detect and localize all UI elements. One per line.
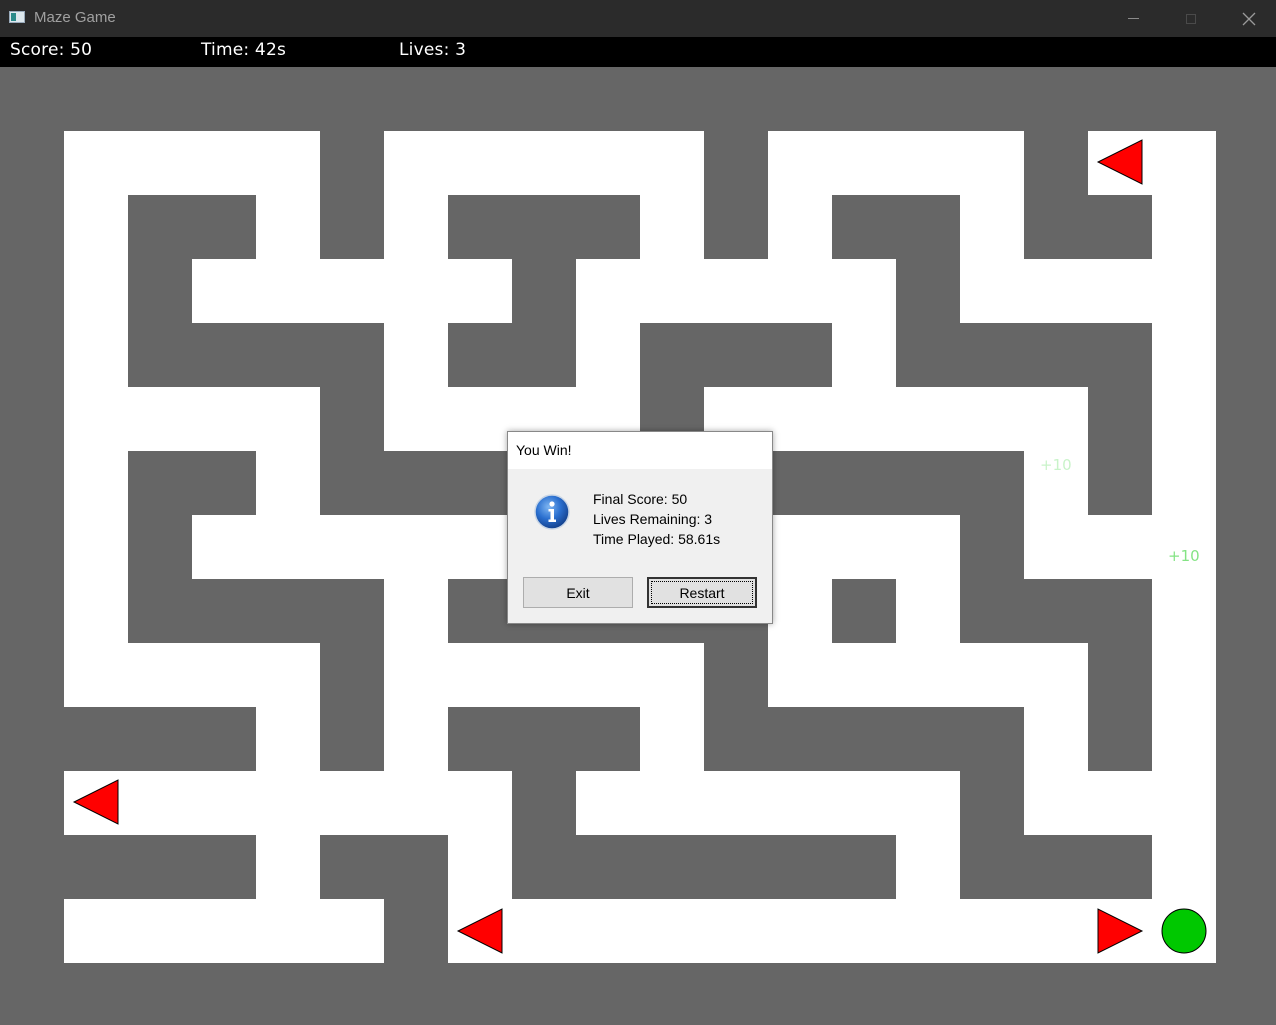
minimize-button[interactable] [1104,0,1162,37]
final-score-text: Final Score: 50 [593,491,688,507]
lives-remaining-text: Lives Remaining: 3 [593,511,713,527]
app-window-icon [9,11,25,23]
score-display: Score: 50 [10,40,93,60]
minimize-icon [1127,18,1139,19]
score-popup: +10 [1168,547,1200,565]
dialog-title-bar: You Win! [508,432,772,469]
dialog-title: You Win! [516,442,572,458]
maximize-icon [1186,13,1196,24]
maximize-button[interactable] [1162,0,1220,37]
time-played-text: Time Played: 58.61s [593,531,721,547]
focus-ring [651,581,753,604]
win-dialog: You Win! Final Score: 50 Lives Remaining… [507,431,773,624]
player-circle [1161,908,1207,954]
restart-button[interactable]: Restart [647,577,757,608]
info-icon [534,494,570,530]
hud-bar: Score: 50 Time: 42s Lives: 3 [0,37,1276,67]
time-display: Time: 42s [201,40,287,60]
score-popup: +10 [1040,456,1072,474]
close-button[interactable] [1220,0,1276,37]
lives-display: Lives: 3 [399,40,467,60]
close-icon [1242,12,1256,25]
title-bar: Maze Game [0,0,1276,37]
window-title: Maze Game [34,9,116,26]
exit-button[interactable]: Exit [523,577,633,608]
exit-button-label: Exit [566,584,590,601]
